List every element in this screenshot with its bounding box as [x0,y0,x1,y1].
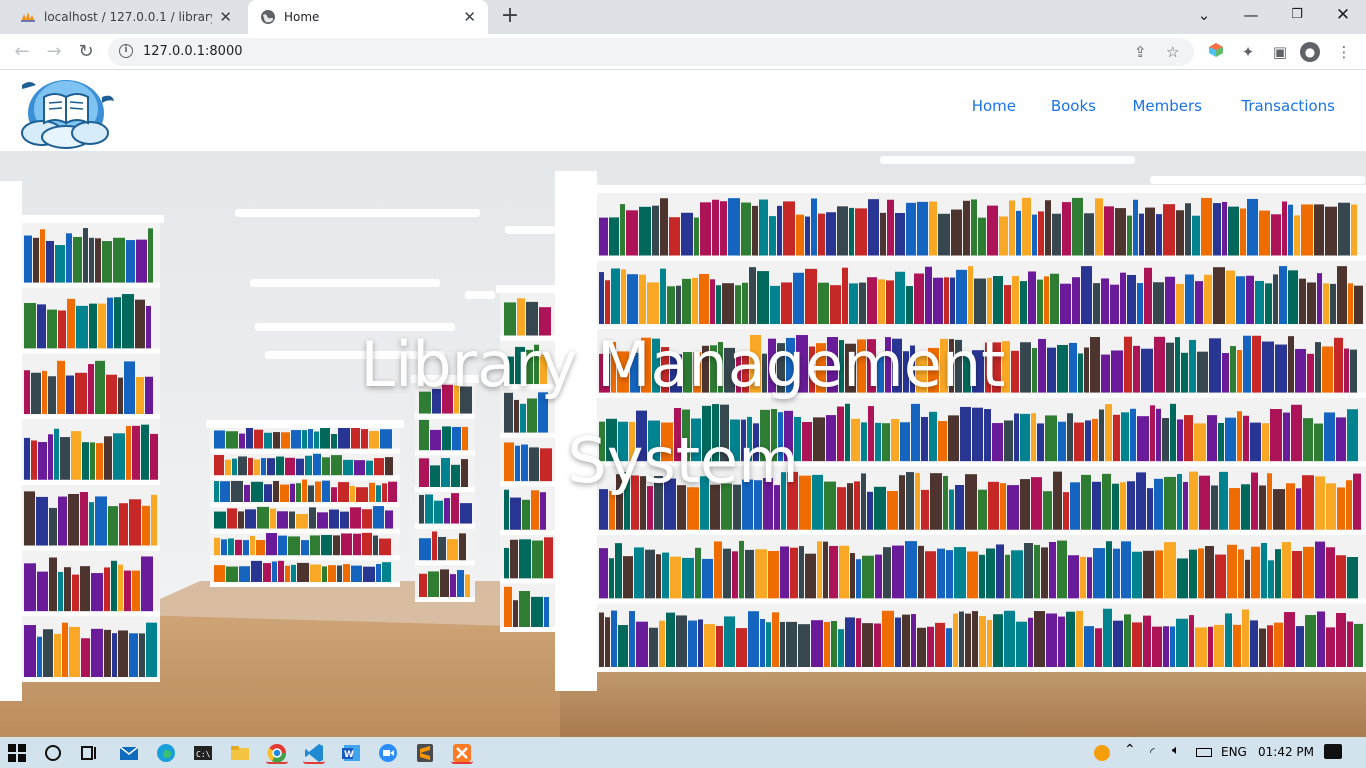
forward-icon[interactable]: → [42,40,66,64]
tab-search-icon[interactable]: ⌄ [1181,0,1227,30]
notification-icon[interactable] [1324,744,1342,759]
phpmyadmin-icon [21,12,35,22]
hero-section: Library Management System [0,151,1366,737]
nav-members[interactable]: Members [1132,97,1202,115]
address-bar[interactable]: i 127.0.0.1:8000 ⇪ ☆ [108,38,1194,66]
clock-time[interactable]: 01:42 PM [1258,745,1314,759]
windows-taskbar: C:\ W ⌃ ◜ 🔈︎ ENG 01:42 PM [0,737,1366,768]
svg-text:C:\: C:\ [196,750,211,759]
vscode-icon[interactable] [303,742,325,764]
share-icon[interactable]: ⇪ [1134,43,1147,61]
tab-phpmyadmin[interactable]: localhost / 127.0.0.1 / library_db | ✕ [8,0,244,34]
chrome-icon[interactable] [266,742,288,764]
tab-title: Home [284,10,320,24]
bookmark-star-icon[interactable]: ☆ [1166,43,1179,61]
zoom-icon[interactable] [377,742,399,764]
chevron-up-icon[interactable]: ⌃ [1124,742,1136,758]
puzzle-icon[interactable]: ✦ [1238,42,1258,62]
new-tab-icon[interactable]: + [498,4,522,28]
site-header: Home Books Members Transactions [0,71,1366,151]
task-view-icon[interactable] [80,744,102,766]
xampp-icon[interactable] [451,742,473,764]
battery-icon[interactable] [1196,748,1212,757]
search-circle-icon[interactable] [44,744,66,766]
tab-strip: localhost / 127.0.0.1 / library_db | ✕ H… [0,0,1366,34]
hero-title: Library Management System [360,328,1006,497]
close-window-icon[interactable]: ✕ [1320,0,1366,30]
terminal-icon[interactable]: C:\ [192,742,214,764]
language-indicator[interactable]: ENG [1221,745,1247,759]
close-icon[interactable]: ✕ [463,9,476,25]
nav-books[interactable]: Books [1051,97,1096,115]
tab-home[interactable]: Home ✕ [248,0,488,34]
word-icon[interactable]: W [340,742,362,764]
sublime-text-icon[interactable] [414,742,436,764]
nav-transactions[interactable]: Transactions [1241,97,1335,115]
wifi-icon[interactable]: ◜ [1150,745,1155,759]
browser-toolbar: ← → ↻ i 127.0.0.1:8000 ⇪ ☆ ✦ ▣ ● ⋮ [0,34,1366,70]
file-explorer-icon[interactable] [229,742,251,764]
nav-home[interactable]: Home [972,97,1016,115]
back-icon[interactable]: ← [10,40,34,64]
globe-icon [261,10,275,24]
reload-icon[interactable]: ↻ [74,40,98,64]
windows-start-icon[interactable] [8,744,30,766]
svg-text:W: W [344,750,354,760]
minimize-icon[interactable]: — [1228,0,1274,30]
library-logo[interactable] [16,75,116,149]
restore-icon[interactable]: ❐ [1274,0,1320,30]
menu-dots-icon[interactable]: ⋮ [1334,42,1354,62]
info-icon[interactable]: i [119,44,133,58]
close-icon[interactable]: ✕ [219,9,232,25]
volume-icon[interactable]: 🔈︎ [1172,743,1180,758]
side-panel-icon[interactable]: ▣ [1270,42,1290,62]
profile-avatar-icon[interactable]: ● [1300,42,1320,62]
mail-icon[interactable] [118,742,140,764]
tab-title: localhost / 127.0.0.1 / library_db | [44,10,212,24]
weather-sun-icon[interactable] [1092,743,1114,765]
url-text: 127.0.0.1:8000 [143,44,243,59]
edge-icon[interactable] [155,742,177,764]
extension-cube-icon[interactable] [1206,42,1226,62]
